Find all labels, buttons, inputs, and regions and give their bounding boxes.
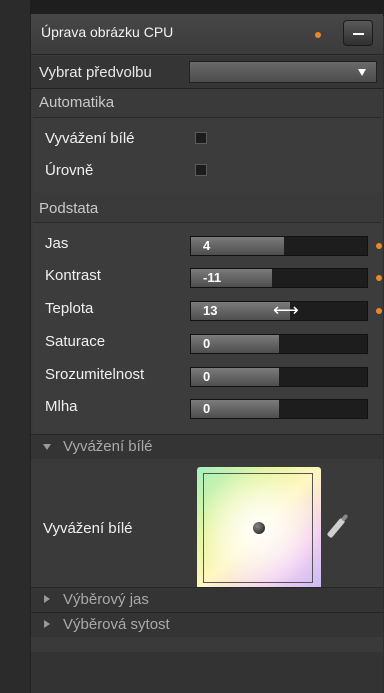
modified-indicator [376,275,382,281]
panel-titlebar: Úprava obrázku CPU [31,14,383,55]
auto-levels-checkbox[interactable] [195,164,207,176]
slider-label: Teplota [45,300,94,317]
slider-value: -11 [203,270,222,285]
slider-label: Srozumitelnost [45,366,145,383]
panel-footer-space [31,652,383,693]
panel-title: Úprava obrázku CPU [41,24,174,40]
slider[interactable]: 4 [190,236,368,256]
white-balance-area: Vyvážení bílé [31,462,383,602]
selective-saturation-section-header[interactable]: Výběrová sytost [31,612,383,637]
slider-value: 0 [203,336,211,351]
slider-label: Mlha [45,398,78,415]
slider-value: 0 [203,369,211,384]
dropdown-arrow-icon [358,69,366,76]
preset-dropdown[interactable] [189,61,377,83]
modified-indicator [376,308,382,314]
selective-brightness-title: Výběrový jas [63,591,149,608]
expanded-triangle-icon [43,444,51,450]
image-adjust-panel: Úprava obrázku CPU Vybrat předvolbu Auto… [30,14,383,693]
eyedropper-icon[interactable] [326,517,346,539]
slider-value: 0 [203,401,211,416]
resize-cursor-icon: ⟷ [273,300,299,320]
automatika-group: Vyvážení bílé Úrovně [33,117,381,193]
selective-saturation-title: Výběrová sytost [63,616,170,633]
preset-label: Vybrat předvolbu [39,64,152,81]
white-balance-label: Vyvážení bílé [43,520,133,537]
white-balance-color-picker[interactable] [197,467,321,591]
podstata-group: Jas 4 Kontrast -11 Teplota 13 ⟷ Saturace 0 Srozum… [33,222,382,433]
white-balance-section-header[interactable]: Vyvážení bílé [31,434,383,459]
slider[interactable]: 0 [190,334,368,354]
slider-label: Jas [45,235,69,252]
modified-indicator [376,243,382,249]
auto-white-balance-label: Vyvážení bílé [45,130,135,147]
slider[interactable]: 0 [190,367,368,387]
podstata-heading: Podstata [39,200,99,217]
slider[interactable]: -11 [190,268,368,288]
minimize-button[interactable] [343,20,373,46]
collapsed-triangle-icon [44,595,50,603]
slider-value: 13 [203,303,218,318]
preset-row: Vybrat předvolbu [31,56,383,89]
left-gutter [0,0,30,693]
color-picker-knob[interactable] [253,522,265,534]
selective-brightness-section-header[interactable]: Výběrový jas [31,587,383,612]
modified-indicator [315,32,321,38]
slider[interactable]: 0 [190,399,368,419]
collapsed-triangle-icon [44,620,50,628]
slider-label: Kontrast [45,267,101,284]
slider-label: Saturace [45,333,106,350]
auto-levels-label: Úrovně [45,162,94,179]
slider-value: 4 [203,238,211,253]
auto-white-balance-checkbox[interactable] [195,132,207,144]
automatika-heading: Automatika [39,94,115,111]
white-balance-section-title: Vyvážení bílé [63,438,153,455]
minus-icon [353,33,364,35]
